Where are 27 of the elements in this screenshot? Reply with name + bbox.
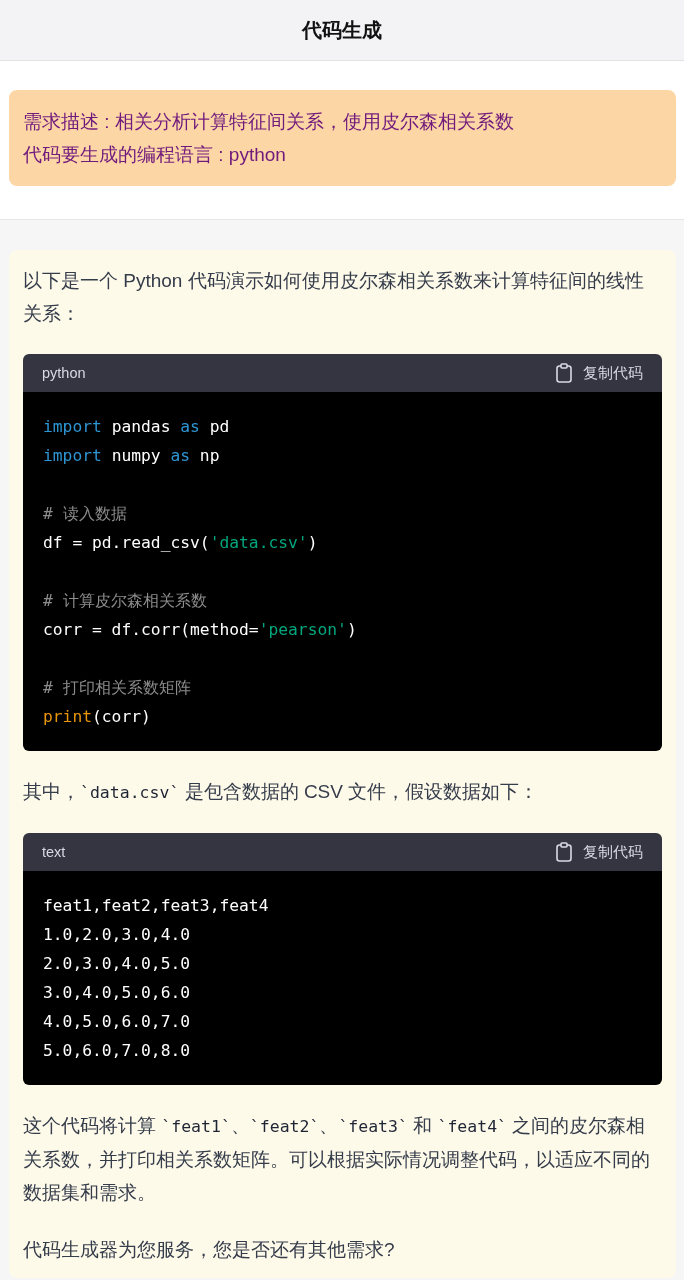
answer-paragraph: 其中，`data.csv` 是包含数据的 CSV 文件，假设数据如下： <box>23 780 540 804</box>
answer-paragraph: 以下是一个 Python 代码演示如何使用皮尔森相关系数来计算特征间的线性关系： <box>23 269 645 326</box>
code-line: 3.0,4.0,5.0,6.0 <box>43 982 192 1004</box>
copy-code-button[interactable]: 复制代码 <box>556 363 643 383</box>
code-line: import numpy as np <box>43 445 221 467</box>
answer-paragraph: 代码生成器为您服务，您是否还有其他需求? <box>23 1238 396 1262</box>
code-line: 5.0,6.0,7.0,8.0 <box>43 1040 192 1062</box>
code-language-label: text <box>42 844 66 860</box>
code-line: # 读入数据 <box>43 503 128 525</box>
code-line: 1.0,2.0,3.0,4.0 <box>43 924 192 946</box>
code-line: # 计算皮尔森相关系数 <box>43 590 208 612</box>
code-line: import pandas as pd <box>43 416 231 438</box>
code-line: corr = df.corr(method='pearson') <box>43 619 358 641</box>
request-line: 代码要生成的编程语言 : python <box>23 143 287 167</box>
copy-code-button[interactable]: 复制代码 <box>556 842 643 862</box>
code-language-label: python <box>42 365 86 381</box>
clipboard-icon <box>556 363 572 383</box>
request-line: 需求描述 : 相关分析计算特征间关系，使用皮尔森相关系数 <box>23 110 515 134</box>
page-title: 代码生成 <box>302 17 382 43</box>
code-line: feat1,feat2,feat3,feat4 <box>43 895 270 917</box>
code-line: df = pd.read_csv('data.csv') <box>43 532 319 554</box>
clipboard-icon <box>556 842 572 862</box>
code-line: # 打印相关系数矩阵 <box>43 677 192 699</box>
code-line: print(corr) <box>43 706 152 728</box>
code-line: 4.0,5.0,6.0,7.0 <box>43 1011 192 1033</box>
answer-paragraph: 这个代码将计算 `feat1`、`feat2`、`feat3` 和 `feat4` 之间的皮尔森相关系数，并打印相关系数矩阵。可以根据实际情况调整代码，以适应不同的数据集和需求。 <box>23 1114 651 1205</box>
code-line: 2.0,3.0,4.0,5.0 <box>43 953 192 975</box>
